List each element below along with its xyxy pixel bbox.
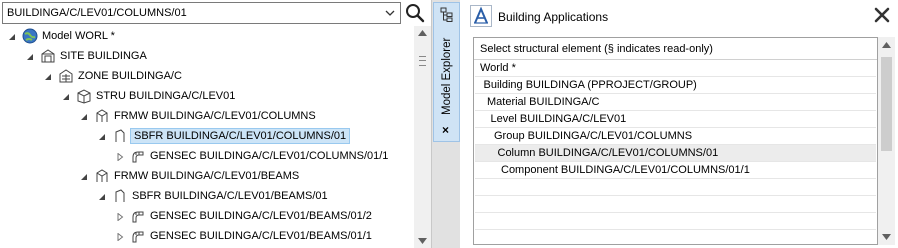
expand-triangle-icon[interactable] bbox=[116, 232, 124, 242]
list-item[interactable]: Column BUILDINGA/C/LEV01/COLUMNS/01 bbox=[475, 145, 876, 162]
page-title: Building Applications bbox=[498, 10, 609, 24]
tree-node-label: GENSEC BUILDINGA/C/LEV01/BEAMS/01/2 bbox=[150, 210, 372, 222]
tree-node-label: FRMW BUILDINGA/C/LEV01/BEAMS bbox=[114, 170, 300, 182]
tree-node[interactable]: ZONE BUILDINGA/C bbox=[0, 66, 414, 86]
close-icon[interactable] bbox=[873, 6, 891, 24]
collapse-triangle-icon[interactable] bbox=[8, 32, 16, 40]
site-icon bbox=[40, 48, 56, 64]
chevron-down-icon[interactable] bbox=[384, 7, 396, 19]
tree-node[interactable]: SBFR BUILDINGA/C/LEV01/COLUMNS/01 bbox=[0, 126, 414, 146]
list-header: Select structural element (§ indicates r… bbox=[480, 43, 713, 55]
collapse-triangle-icon[interactable] bbox=[98, 132, 106, 140]
list-scrollbar[interactable] bbox=[878, 37, 895, 245]
tree-node[interactable]: SITE BUILDINGA bbox=[0, 46, 414, 66]
list-item-label: Group BUILDINGA/C/LEV01/COLUMNS bbox=[494, 130, 693, 142]
collapse-triangle-icon[interactable] bbox=[98, 192, 106, 200]
tree-node-label: SBFR BUILDINGA/C/LEV01/COLUMNS/01 bbox=[130, 128, 351, 144]
tree-node-label: Model WORL * bbox=[42, 30, 115, 42]
subframe-icon bbox=[112, 188, 128, 204]
list-item[interactable]: Component BUILDINGA/C/LEV01/COLUMNS/01/1 bbox=[475, 162, 876, 179]
tree-node[interactable]: FRMW BUILDINGA/C/LEV01/COLUMNS bbox=[0, 106, 414, 126]
list-item-label: Component BUILDINGA/C/LEV01/COLUMNS/01/1 bbox=[501, 164, 750, 176]
tree-node-label: FRMW BUILDINGA/C/LEV01/COLUMNS bbox=[114, 110, 316, 122]
close-tab-button[interactable]: × bbox=[442, 123, 449, 137]
collapse-triangle-icon[interactable] bbox=[80, 172, 88, 180]
subframe-icon bbox=[112, 128, 128, 144]
tree-node-label: GENSEC BUILDINGA/C/LEV01/COLUMNS/01/1 bbox=[150, 150, 389, 162]
list-item[interactable] bbox=[475, 179, 876, 196]
tab-model-explorer[interactable]: Model Explorer × bbox=[433, 2, 460, 142]
tree-node[interactable]: GENSEC BUILDINGA/C/LEV01/COLUMNS/01/1 bbox=[0, 146, 414, 166]
tree-view-icon bbox=[440, 7, 453, 22]
framework-icon bbox=[94, 108, 110, 124]
collapse-triangle-icon[interactable] bbox=[44, 72, 52, 80]
list-item-label: World * bbox=[480, 62, 516, 74]
collapse-triangle-icon[interactable] bbox=[80, 112, 88, 120]
list-item[interactable]: World * bbox=[475, 60, 876, 77]
zone-icon bbox=[58, 68, 74, 84]
list-item-label: Level BUILDINGA/C/LEV01 bbox=[490, 113, 627, 125]
section-icon bbox=[130, 228, 146, 244]
section-icon bbox=[130, 208, 146, 224]
globe-icon bbox=[22, 28, 38, 44]
expand-triangle-icon[interactable] bbox=[116, 212, 124, 222]
model-tree[interactable]: Model WORL * SITE BUILDINGA ZONE BUILDINGA… bbox=[0, 26, 414, 248]
section-icon bbox=[130, 148, 146, 164]
expand-triangle-icon[interactable] bbox=[116, 152, 124, 162]
search-combobox[interactable]: BUILDINGA/C/LEV01/COLUMNS/01 bbox=[2, 2, 401, 24]
scroll-up-icon[interactable] bbox=[882, 42, 891, 48]
scroll-down-icon[interactable] bbox=[882, 234, 891, 240]
scroll-up-icon[interactable] bbox=[418, 30, 427, 36]
tree-node[interactable]: GENSEC BUILDINGA/C/LEV01/BEAMS/01/1 bbox=[0, 226, 414, 246]
tree-scrollbar[interactable] bbox=[414, 26, 431, 248]
list-item[interactable]: Group BUILDINGA/C/LEV01/COLUMNS bbox=[475, 128, 876, 145]
dock-strip: Model Explorer × bbox=[431, 0, 460, 248]
list-item[interactable]: Building BUILDINGA (PPROJECT/GROUP) bbox=[475, 77, 876, 94]
search-value[interactable]: BUILDINGA/C/LEV01/COLUMNS/01 bbox=[7, 7, 187, 19]
list-item[interactable]: Level BUILDINGA/C/LEV01 bbox=[475, 111, 876, 128]
tree-node[interactable]: STRU BUILDINGA/C/LEV01 bbox=[0, 86, 414, 106]
scroll-grip[interactable] bbox=[419, 56, 426, 66]
tree-node-label: GENSEC BUILDINGA/C/LEV01/BEAMS/01/1 bbox=[150, 230, 372, 242]
collapse-triangle-icon[interactable] bbox=[62, 92, 70, 100]
tab-label: Model Explorer bbox=[441, 37, 453, 115]
tree-node-label: STRU BUILDINGA/C/LEV01 bbox=[96, 90, 236, 102]
list-item-label: Column BUILDINGA/C/LEV01/COLUMNS/01 bbox=[497, 147, 719, 159]
list-item[interactable] bbox=[475, 196, 876, 213]
model-explorer-pane: BUILDINGA/C/LEV01/COLUMNS/01 Model WORL … bbox=[0, 0, 431, 248]
tree-node[interactable]: GENSEC BUILDINGA/C/LEV01/BEAMS/01/2 bbox=[0, 206, 414, 226]
list-item-label: Material BUILDINGA/C bbox=[487, 96, 600, 108]
structure-icon bbox=[76, 88, 92, 104]
scroll-thumb[interactable] bbox=[881, 57, 892, 151]
tree-node[interactable]: FRMW BUILDINGA/C/LEV01/BEAMS bbox=[0, 166, 414, 186]
tree-node-label: SBFR BUILDINGA/C/LEV01/BEAMS/01 bbox=[132, 190, 328, 202]
tree-node[interactable]: Model WORL * bbox=[0, 26, 414, 46]
list-item[interactable] bbox=[475, 213, 876, 230]
tree-node-label: ZONE BUILDINGA/C bbox=[78, 70, 182, 82]
building-applications-pane: Building Applications Select structural … bbox=[461, 0, 898, 248]
list-item-label: Building BUILDINGA (PPROJECT/GROUP) bbox=[483, 79, 697, 91]
tree-node[interactable]: SBFR BUILDINGA/C/LEV01/BEAMS/01 bbox=[0, 186, 414, 206]
tree-node-label: SITE BUILDINGA bbox=[60, 50, 147, 62]
list-item[interactable]: Material BUILDINGA/C bbox=[475, 94, 876, 111]
element-selection-list[interactable]: Select structural element (§ indicates r… bbox=[473, 37, 878, 245]
scroll-down-icon[interactable] bbox=[418, 238, 427, 244]
building-app-icon bbox=[470, 5, 492, 27]
collapse-triangle-icon[interactable] bbox=[26, 52, 34, 60]
framework-icon bbox=[94, 168, 110, 184]
search-icon[interactable] bbox=[404, 2, 426, 24]
